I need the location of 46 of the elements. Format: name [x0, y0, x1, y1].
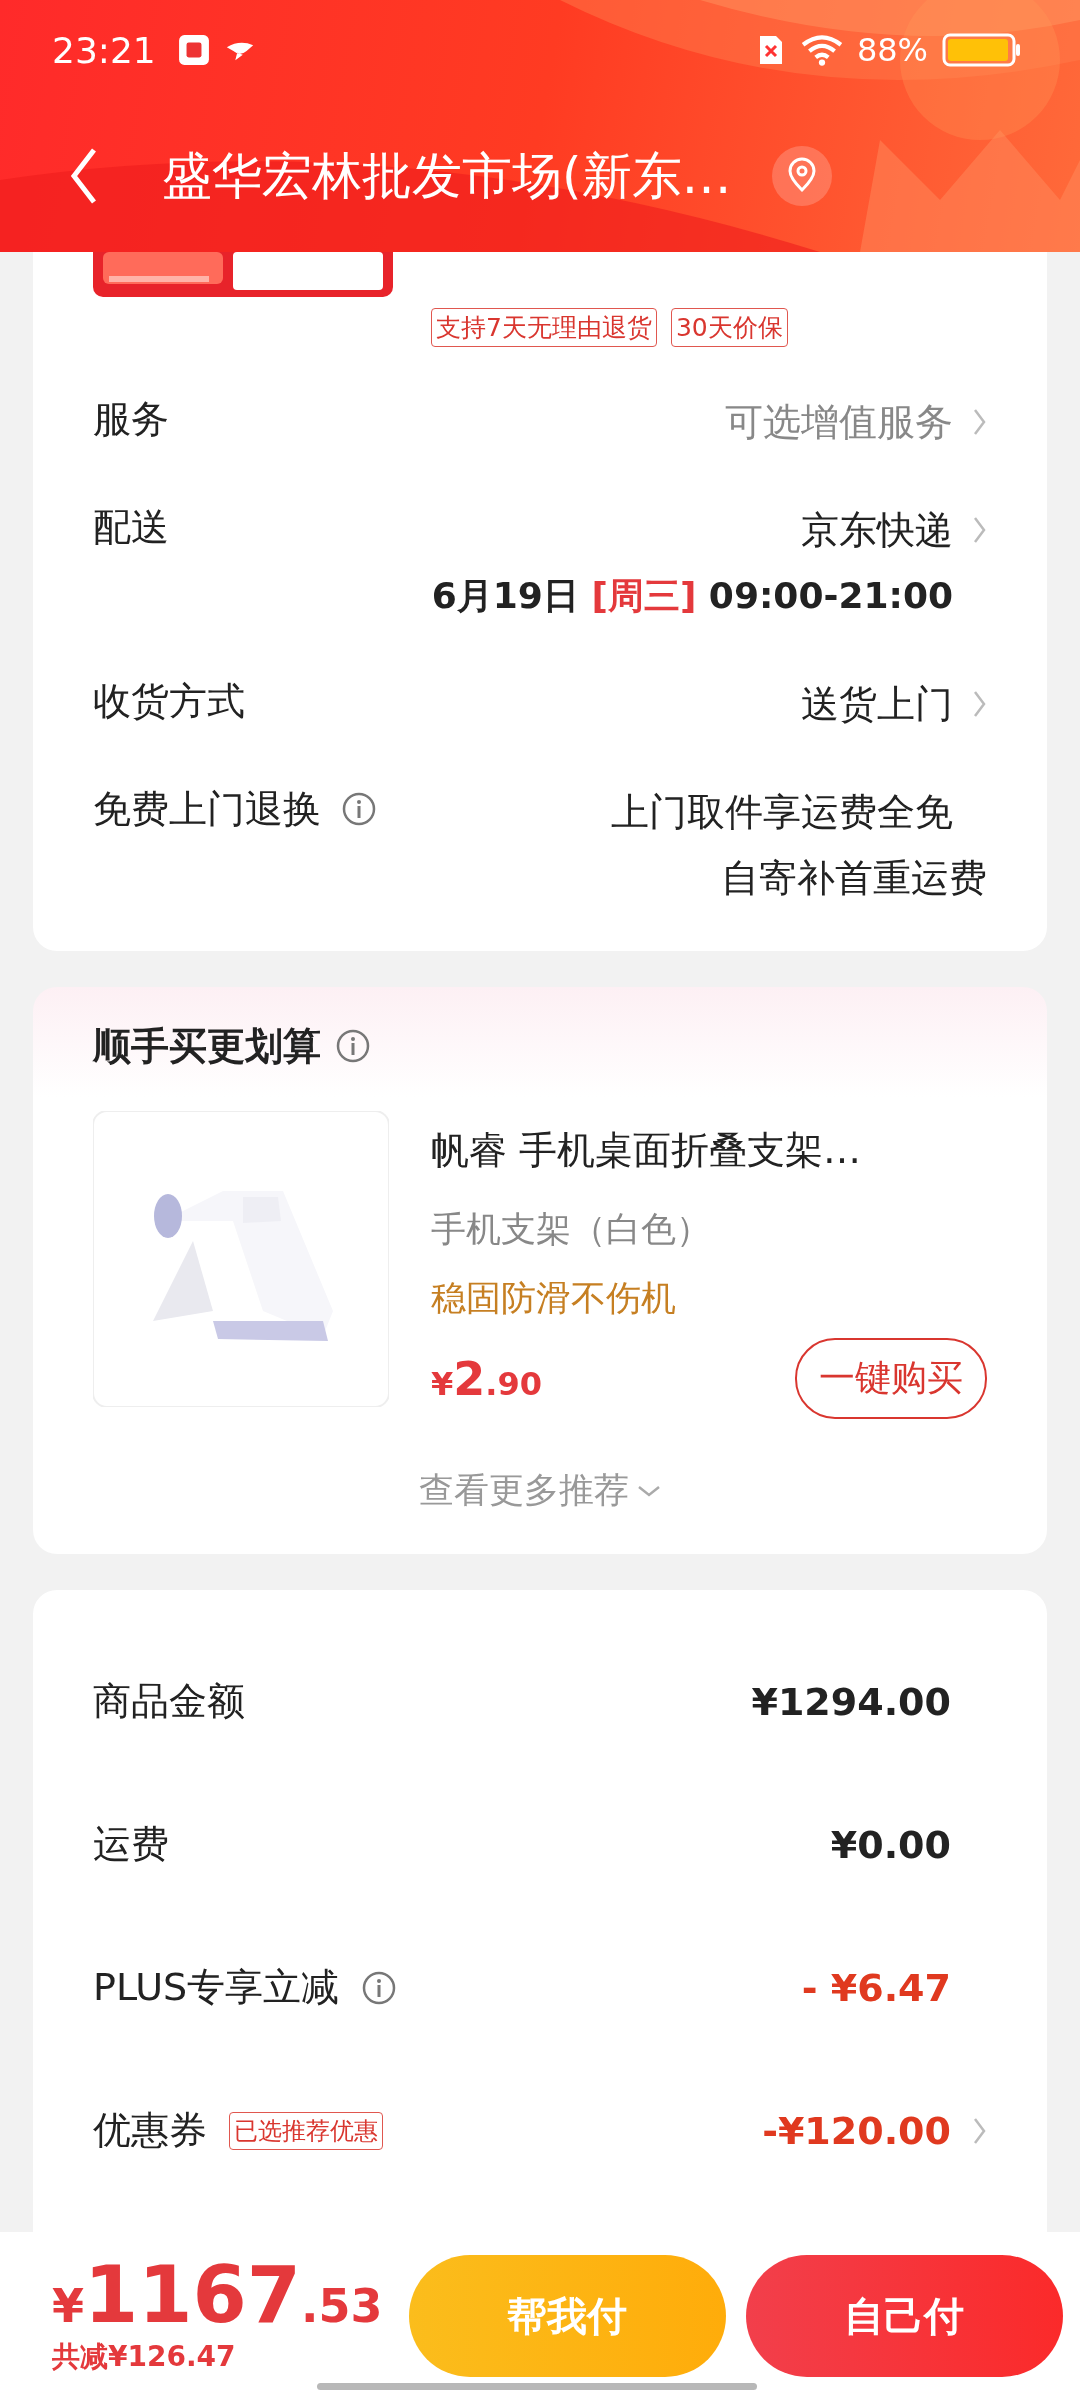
amount-value: ¥1294.00: [751, 1679, 951, 1724]
row-value: 可选增值服务: [725, 398, 953, 446]
chevron-right-icon[interactable]: [973, 515, 987, 545]
app-icon: [177, 34, 210, 66]
row-label: 运费: [93, 1821, 169, 1868]
row-label: 收货方式: [93, 677, 245, 725]
info-icon[interactable]: [361, 1969, 398, 2006]
amount-value: - ¥6.47: [801, 1965, 951, 2010]
row-value: 京东快递: [801, 506, 953, 554]
info-icon[interactable]: [341, 791, 377, 827]
row-value: 自寄补首重运费: [721, 854, 987, 902]
back-icon[interactable]: [68, 146, 98, 206]
row-label: 服务: [93, 395, 169, 443]
service-tag: 支持7天无理由退货: [431, 308, 657, 347]
product-spec: 手机支架（白色）: [431, 1208, 712, 1251]
product-price: ¥2.90: [431, 1351, 542, 1406]
more-recommendations-link[interactable]: 查看更多推荐: [419, 1467, 661, 1514]
row-label: PLUS专享立减: [93, 1964, 340, 2011]
amount-value: -¥120.00: [762, 2108, 951, 2153]
row-value: 送货上门: [801, 680, 953, 728]
section-title: 顺手买更划算: [93, 1022, 321, 1070]
location-pin-icon[interactable]: [771, 146, 832, 206]
row-label: 商品金额: [93, 1678, 245, 1725]
saved-amount: 共减¥126.47: [52, 2339, 237, 2375]
store-title: 盛华宏林批发市场(新东…: [162, 145, 732, 207]
battery-percent: 88%: [856, 31, 928, 69]
row-value: 上门取件享运费全免: [611, 788, 953, 836]
coupon-badge: 已选推荐优惠: [229, 2111, 383, 2150]
row-label: 免费上门退换: [93, 785, 321, 833]
buy-now-button[interactable]: 一键购买: [795, 1338, 987, 1419]
service-tag: 30天价保: [670, 308, 788, 347]
info-icon[interactable]: [335, 1028, 371, 1064]
product-name[interactable]: 帆睿 手机桌面折叠支架…: [431, 1125, 987, 1176]
chevron-right-icon[interactable]: [973, 407, 987, 437]
chevron-right-icon[interactable]: [973, 689, 987, 719]
wifi-icon: [800, 34, 843, 66]
row-label: 优惠券: [93, 2107, 207, 2154]
total-price: ¥1167.53: [52, 2256, 383, 2338]
chevron-down-icon: [637, 1483, 661, 1498]
delivery-time: 6月19日 [周三] 09:00-21:00: [431, 573, 953, 618]
amount-value: ¥0.00: [830, 1822, 951, 1867]
product-promo: 稳固防滑不伤机: [431, 1277, 677, 1320]
pay-button[interactable]: 自己付: [745, 2255, 1063, 2377]
row-label: 配送: [93, 503, 169, 551]
status-time: 23:21: [52, 29, 156, 71]
battery-icon: [942, 33, 1022, 67]
